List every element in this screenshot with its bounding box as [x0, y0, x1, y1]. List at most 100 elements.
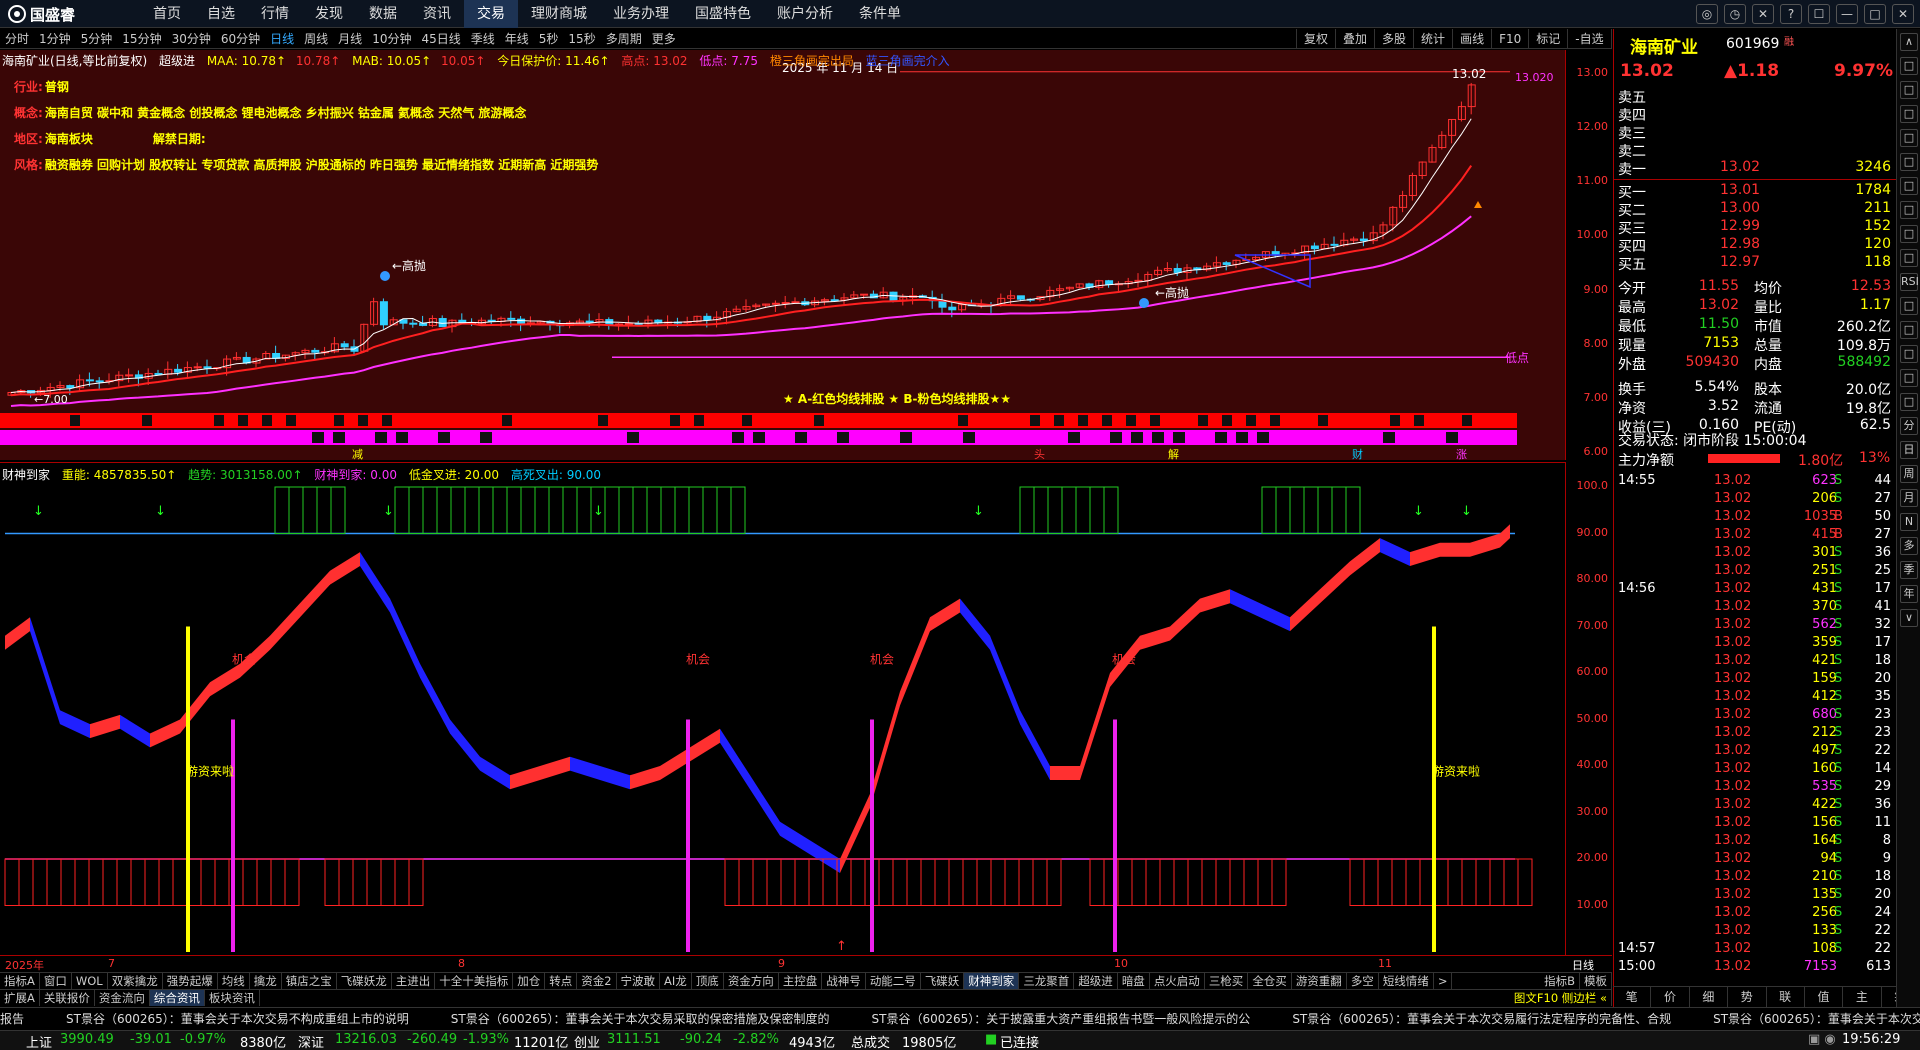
menu-item-5[interactable]: 资讯 — [410, 0, 464, 28]
kline-tool-3[interactable]: 统计 — [1413, 29, 1452, 49]
period-15[interactable]: 多周期 — [601, 29, 647, 48]
sidebar-button-2[interactable]: □ — [1900, 81, 1918, 99]
indicator-tab-10[interactable]: 十全十美指标 — [435, 973, 514, 989]
period-9[interactable]: 10分钟 — [367, 29, 416, 48]
menu-item-7[interactable]: 理财商城 — [518, 0, 600, 28]
indicator-tab-25[interactable]: 暗盘 — [1118, 973, 1150, 989]
menu-item-8[interactable]: 业务办理 — [600, 0, 682, 28]
period-0[interactable]: 分时 — [0, 29, 34, 48]
news-item[interactable]: ST景谷（600265）：董事会关于本次交易 — [1713, 1008, 1920, 1029]
menu-item-4[interactable]: 数据 — [356, 0, 410, 28]
period-11[interactable]: 季线 — [466, 29, 500, 48]
sidebar-button-22[interactable]: 季 — [1900, 561, 1918, 579]
indicator-tab-32[interactable]: > — [1434, 973, 1453, 989]
period-2[interactable]: 5分钟 — [76, 29, 118, 48]
news-item[interactable]: ST景谷（600265）：董事会关于本次交易采取的保密措施及保密制度的 — [451, 1008, 830, 1029]
indicator-tab-17[interactable]: 资金方向 — [724, 973, 779, 989]
period-6[interactable]: 日线 — [265, 29, 299, 48]
period-7[interactable]: 周线 — [299, 29, 333, 48]
indicator-tab-28[interactable]: 全仓买 — [1248, 973, 1292, 989]
sidebar-button-6[interactable]: □ — [1900, 177, 1918, 195]
period-4[interactable]: 30分钟 — [167, 29, 216, 48]
indicator-tab-30[interactable]: 多空 — [1347, 973, 1379, 989]
tick-list[interactable]: 14:55 13.02 623 S 44 13.02 206 S 27 13.02 1035 B 50 1… — [1616, 473, 1895, 993]
indicator-tab-5[interactable]: 均线 — [218, 973, 250, 989]
maximize-button[interactable]: □ — [1864, 4, 1886, 24]
menu-item-0[interactable]: 首页 — [140, 0, 194, 28]
menu-item-2[interactable]: 行情 — [248, 0, 302, 28]
indicator-tab-31[interactable]: 短线情绪 — [1379, 973, 1434, 989]
period-13[interactable]: 5秒 — [534, 29, 564, 48]
indicator-tab-13[interactable]: 资金2 — [577, 973, 617, 989]
info-tab-1[interactable]: 关联报价 — [40, 990, 95, 1006]
indicator-tab-right-1[interactable]: 模板 — [1580, 973, 1612, 989]
sidebar-button-13[interactable]: □ — [1900, 345, 1918, 363]
sidebar-button-7[interactable]: □ — [1900, 201, 1918, 219]
menu-item-9[interactable]: 国盛特色 — [682, 0, 764, 28]
period-3[interactable]: 15分钟 — [117, 29, 166, 48]
menu-item-11[interactable]: 条件单 — [846, 0, 914, 28]
menu-item-6[interactable]: 交易 — [464, 0, 518, 28]
indicator-tab-1[interactable]: 窗口 — [40, 973, 72, 989]
period-14[interactable]: 15秒 — [563, 29, 600, 48]
indicator-tab-14[interactable]: 宁波敢 — [617, 973, 661, 989]
quote-tab-6[interactable]: 主 — [1843, 987, 1882, 1007]
period-1[interactable]: 1分钟 — [34, 29, 76, 48]
period-5[interactable]: 60分钟 — [216, 29, 265, 48]
indicator-chart[interactable]: ↓ ↓ ↓ ↓ ↓ ↓ ↓ 机会 机会 机会 机会游资来啦 游资来啦 ↑ — [0, 463, 1565, 956]
sidebar-button-20[interactable]: N — [1900, 513, 1918, 531]
indicator-tab-22[interactable]: 财神到家 — [964, 973, 1020, 989]
period-12[interactable]: 年线 — [500, 29, 534, 48]
sidebar-button-24[interactable]: ∨ — [1900, 609, 1918, 627]
indicator-tab-16[interactable]: 顶底 — [692, 973, 724, 989]
indicator-tab-11[interactable]: 加仓 — [513, 973, 546, 989]
indicator-tab-3[interactable]: 双紫擒龙 — [108, 973, 163, 989]
sidebar-button-9[interactable]: □ — [1900, 249, 1918, 267]
indicator-tab-15[interactable]: AI龙 — [660, 973, 692, 989]
indicator-tab-2[interactable]: WOL — [72, 973, 108, 989]
quote-tab-3[interactable]: 势 — [1728, 987, 1767, 1007]
quote-tab-5[interactable]: 值 — [1805, 987, 1844, 1007]
news-item[interactable]: ST景谷（600265）：关于披露重大资产重组报告书暨一般风险提示的公 — [872, 1008, 1251, 1029]
skin-icon[interactable]: ☐ — [1808, 4, 1830, 24]
kline-tool-0[interactable]: 复权 — [1296, 29, 1335, 49]
indicator-tab-21[interactable]: 飞碟妖 — [921, 973, 965, 989]
indicator-name[interactable]: 超级进 — [159, 54, 195, 68]
news-item[interactable]: ST景谷（600265）：董事会关于本次交易不构成重组上市的说明 — [66, 1008, 409, 1029]
kline-tool-5[interactable]: F10 — [1491, 29, 1528, 49]
sidebar-button-0[interactable]: ∧ — [1900, 33, 1918, 51]
indicator-tab-27[interactable]: 三枪买 — [1205, 973, 1249, 989]
info-tab-0[interactable]: 扩展A — [0, 990, 40, 1006]
indicator-tab-29[interactable]: 游资重翻 — [1292, 973, 1347, 989]
sidebar-button-8[interactable]: □ — [1900, 225, 1918, 243]
sidebar-button-5[interactable]: □ — [1900, 153, 1918, 171]
indicator-tab-26[interactable]: 点火启动 — [1150, 973, 1205, 989]
sidebar-toggle[interactable]: 图文F10 侧边栏 « — [1510, 990, 1612, 1006]
indicator-title[interactable]: 财神到家 — [2, 468, 50, 482]
indicator-tab-8[interactable]: 飞碟妖龙 — [337, 973, 392, 989]
info-tab-4[interactable]: 板块资讯 — [205, 990, 260, 1006]
clock-icon[interactable]: ◷ — [1724, 4, 1746, 24]
quote-tab-1[interactable]: 价 — [1651, 987, 1690, 1007]
kline-tool-1[interactable]: 叠加 — [1335, 29, 1374, 49]
period-10[interactable]: 45日线 — [416, 29, 465, 48]
minimize-button[interactable]: — — [1836, 4, 1858, 24]
quote-tab-2[interactable]: 细 — [1690, 987, 1729, 1007]
indicator-tab-24[interactable]: 超级进 — [1074, 973, 1118, 989]
indicator-tab-12[interactable]: 转点 — [545, 973, 578, 989]
indicator-tab-7[interactable]: 镇店之宝 — [282, 973, 337, 989]
quote-tab-0[interactable]: 笔 — [1613, 987, 1652, 1007]
kline-tool-2[interactable]: 多股 — [1374, 29, 1413, 49]
kline-tool-4[interactable]: 画线 — [1452, 29, 1491, 49]
menu-item-1[interactable]: 自选 — [194, 0, 248, 28]
info-tab-3[interactable]: 综合资讯 — [149, 990, 205, 1006]
help-icon[interactable]: ? — [1780, 4, 1802, 24]
sidebar-button-21[interactable]: 多 — [1900, 537, 1918, 555]
sidebar-button-3[interactable]: □ — [1900, 105, 1918, 123]
sidebar-button-23[interactable]: 年 — [1900, 585, 1918, 603]
close-button[interactable]: ✕ — [1892, 4, 1914, 24]
indicator-tab-0[interactable]: 指标A — [0, 973, 40, 989]
message-icon[interactable]: ◎ — [1696, 4, 1718, 24]
indicator-tab-right-0[interactable]: 指标B — [1540, 973, 1580, 989]
sidebar-button-10[interactable]: RSI — [1900, 273, 1919, 291]
